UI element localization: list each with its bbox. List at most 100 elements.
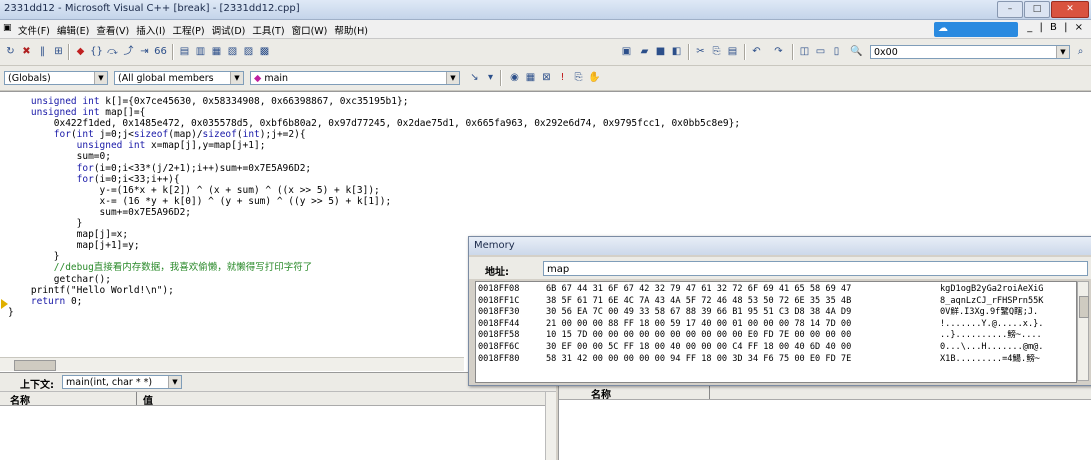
- save-icon[interactable]: ■: [654, 46, 667, 58]
- breakpoint-icon[interactable]: ✋: [588, 72, 601, 84]
- memory-address: 0018FF1C: [478, 295, 520, 306]
- chevron-down-icon[interactable]: ▼: [168, 376, 181, 388]
- go-icon[interactable]: ⎘: [572, 72, 585, 84]
- wizard-dropdown-icon[interactable]: ▾: [484, 72, 497, 84]
- memory-address: 0018FF80: [478, 353, 520, 364]
- separator: [172, 44, 174, 60]
- memory-ascii: !.......Y.@.....x.}.: [940, 318, 1044, 329]
- menu-tools[interactable]: 工具(T): [252, 23, 284, 37]
- build-icon[interactable]: ▦: [524, 72, 537, 84]
- watch-window-icon[interactable]: ▤: [178, 46, 191, 58]
- column-value[interactable]: 值: [143, 392, 153, 407]
- disassembly-icon[interactable]: ▩: [258, 46, 271, 58]
- open-icon[interactable]: ▰: [638, 46, 651, 58]
- function-combo[interactable]: ◆ main ▼: [250, 71, 460, 85]
- scroll-thumb[interactable]: [14, 360, 56, 371]
- step-into-icon[interactable]: {}: [90, 46, 103, 58]
- memory-hex-bytes: 21 00 00 00 88 FF 18 00 59 17 40 00 01 0…: [546, 318, 852, 329]
- memory-address: 0018FF6C: [478, 342, 520, 352]
- compile-icon[interactable]: ◉: [508, 72, 521, 84]
- memory-address-bar: 地址: map: [469, 257, 1091, 279]
- call-stack-icon[interactable]: ▨: [242, 46, 255, 58]
- stop-debug-icon[interactable]: ✖: [20, 46, 33, 58]
- workspace-window-icon[interactable]: ◫: [798, 46, 811, 58]
- maximize-button[interactable]: □: [1024, 1, 1050, 18]
- menu-view[interactable]: 查看(V): [96, 23, 129, 37]
- memory-title: Memory: [474, 240, 515, 251]
- memory-scrollbar[interactable]: [1077, 281, 1089, 381]
- watch-column-name[interactable]: 名称: [591, 386, 611, 401]
- menu-insert[interactable]: 插入(I): [136, 23, 165, 37]
- code-line: x-= (16 *y + k[0]) ^ (y + sum) ^ ((y >> …: [8, 195, 392, 207]
- stop-build-icon[interactable]: ⊠: [540, 72, 553, 84]
- paste-icon[interactable]: ▤: [726, 46, 739, 58]
- watch-header: 名称: [559, 386, 1091, 401]
- quickwatch-icon[interactable]: 66: [154, 46, 167, 58]
- memory-window-icon[interactable]: ▧: [226, 46, 239, 58]
- address-input[interactable]: map: [543, 261, 1088, 276]
- chevron-down-icon[interactable]: ▼: [446, 72, 459, 84]
- redo-icon[interactable]: ↷: [772, 46, 785, 58]
- context-combo[interactable]: main(int, char * *) ▼: [62, 375, 182, 389]
- variables-scrollbar[interactable]: [545, 392, 556, 460]
- column-divider[interactable]: [709, 386, 710, 399]
- minimize-button[interactable]: –: [997, 1, 1023, 18]
- save-all-icon[interactable]: ◧: [670, 46, 683, 58]
- code-line: for(int j=0;j<sizeof(map)/sizeof(int);j+…: [53, 129, 306, 141]
- break-icon[interactable]: ‖: [36, 46, 49, 58]
- menu-edit[interactable]: 编辑(E): [57, 23, 89, 37]
- find-in-files-icon[interactable]: 🔍: [850, 46, 863, 58]
- column-divider[interactable]: [136, 392, 137, 405]
- undo-icon[interactable]: ↶: [750, 46, 763, 58]
- step-over-icon[interactable]: ⤼: [106, 46, 119, 58]
- memory-hex-bytes: 38 5F 61 71 6E 4C 7A 43 4A 5F 72 46 48 5…: [546, 295, 852, 306]
- memory-title-bar[interactable]: Memory: [469, 237, 1091, 255]
- variables-window-icon[interactable]: ▥: [194, 46, 207, 58]
- column-name[interactable]: 名称: [10, 392, 30, 407]
- editor-horizontal-scrollbar[interactable]: [0, 357, 464, 371]
- separator: [500, 70, 502, 86]
- menu-help[interactable]: 帮助(H): [334, 23, 368, 37]
- menu-bar: ▣ 文件(F) 编辑(E) 查看(V) 插入(I) 工程(P) 调试(D) 工具…: [0, 20, 1091, 39]
- scroll-thumb[interactable]: [1079, 296, 1089, 318]
- menu-debug[interactable]: 调试(D): [212, 23, 246, 37]
- workspace-icon[interactable]: ▣: [620, 46, 633, 58]
- output-window-icon[interactable]: ▭: [814, 46, 827, 58]
- mdi-controls[interactable]: _ | B | ×: [1027, 22, 1085, 33]
- restart-icon[interactable]: ↻: [4, 46, 17, 58]
- run-to-cursor-icon[interactable]: ⇥: [138, 46, 151, 58]
- wizard-action-icon[interactable]: ↘: [468, 72, 481, 84]
- current-statement-arrow-icon: [1, 299, 8, 309]
- memory-window[interactable]: Memory 地址: map 0018FF08 6B 67 44 31 6F 67…: [468, 236, 1091, 386]
- cut-icon[interactable]: ✂: [694, 46, 707, 58]
- members-combo[interactable]: (All global members ▼: [114, 71, 244, 85]
- show-next-statement-icon[interactable]: ◆: [74, 46, 87, 58]
- chevron-down-icon[interactable]: ▼: [230, 72, 243, 84]
- apply-changes-icon[interactable]: ⊞: [52, 46, 65, 58]
- function-icon: ◆: [254, 73, 262, 84]
- code-line: unsigned int x=map[j],y=map[j+1];: [76, 140, 266, 152]
- menu-project[interactable]: 工程(P): [172, 23, 204, 37]
- debug-toolbar: ↻ ✖ ‖ ⊞ ◆ {} ⤼ ⤴ ⇥ 66 ▤ ▥ ▦ ▧ ▨ ▩ ▣ ▰ ■ …: [0, 39, 1091, 66]
- registers-window-icon[interactable]: ▦: [210, 46, 223, 58]
- execute-icon[interactable]: !: [556, 72, 569, 84]
- address-label: 地址:: [485, 267, 509, 278]
- cloud-widget[interactable]: ☁: [934, 22, 1018, 37]
- chevron-down-icon[interactable]: ▼: [1056, 46, 1069, 58]
- find-icon[interactable]: ⌕: [1074, 46, 1087, 58]
- cloud-icon: ☁: [938, 23, 948, 34]
- step-out-icon[interactable]: ⤴: [122, 46, 135, 58]
- find-combo[interactable]: 0x00 ▼: [870, 45, 1070, 59]
- memory-dump[interactable]: 0018FF08 6B 67 44 31 6F 67 42 32 79 47 61…: [475, 281, 1077, 383]
- menu-window[interactable]: 窗口(W): [292, 23, 328, 37]
- close-button[interactable]: ✕: [1051, 1, 1089, 18]
- memory-address: 0018FF08: [478, 284, 520, 294]
- menu-file[interactable]: 文件(F): [18, 23, 50, 37]
- window-list-icon[interactable]: ▯: [830, 46, 843, 58]
- memory-address: 0018FF30: [478, 307, 520, 318]
- class-combo[interactable]: (Globals) ▼: [4, 71, 108, 85]
- memory-hex-bytes: 30 EF 00 00 5C FF 18 00 40 00 00 00 C4 F…: [546, 342, 852, 352]
- copy-icon[interactable]: ⎘: [710, 46, 723, 58]
- chevron-down-icon[interactable]: ▼: [94, 72, 107, 84]
- code-line: unsigned int map[]={: [30, 107, 146, 119]
